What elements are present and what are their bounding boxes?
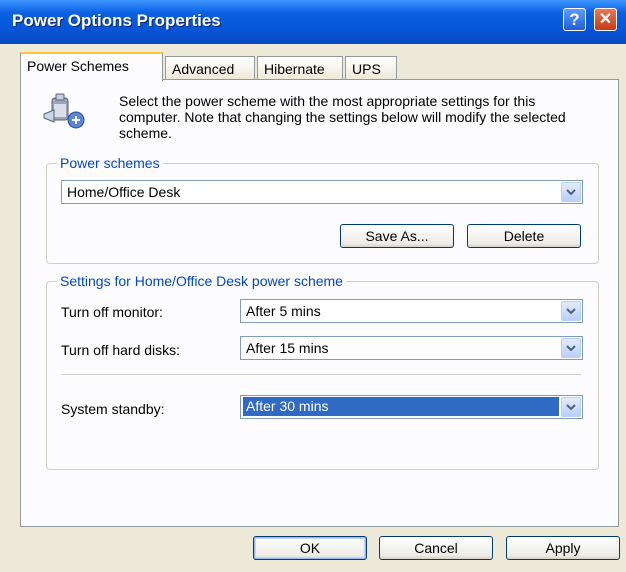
close-icon: ✕ [598,11,613,28]
chevron-down-icon[interactable] [561,338,581,358]
settings-legend: Settings for Home/Office Desk power sche… [57,273,346,289]
tab-label: Advanced [172,61,235,77]
chevron-down-icon[interactable] [561,182,581,202]
help-button[interactable]: ? [563,8,586,31]
tab-label: Hibernate [264,61,325,77]
turn-off-monitor-value: After 5 mins [246,303,321,319]
system-standby-select[interactable]: After 30 mins [240,395,583,419]
window-title: Power Options Properties [12,11,221,30]
turn-off-hard-disks-select[interactable]: After 15 mins [240,336,583,360]
power-scheme-select[interactable]: Home/Office Desk [61,180,583,204]
tab-ups[interactable]: UPS [345,56,397,80]
title-bar[interactable]: Power Options Properties ? ✕ [0,0,626,44]
turn-off-monitor-label: Turn off monitor: [61,304,163,320]
power-schemes-legend: Power schemes [57,155,163,171]
cancel-button[interactable]: Cancel [379,536,493,560]
scheme-description: Select the power scheme with the most ap… [119,93,566,141]
question-mark-icon: ? [569,10,580,29]
power-scheme-value: Home/Office Desk [67,184,181,200]
settings-divider [61,374,581,375]
turn-off-hard-disks-label: Turn off hard disks: [61,342,181,358]
chevron-down-icon[interactable] [561,301,581,321]
chevron-down-icon[interactable] [561,397,581,417]
ok-button[interactable]: OK [253,536,367,560]
turn-off-monitor-select[interactable]: After 5 mins [240,299,583,323]
tab-label: Power Schemes [27,58,129,74]
power-scheme-icon [38,92,98,132]
power-options-window: Power Options Properties ? ✕ Power Schem… [0,0,626,572]
tab-advanced[interactable]: Advanced [165,56,255,80]
save-as-button[interactable]: Save As... [340,224,454,248]
system-standby-label: System standby: [61,401,165,417]
tab-label: UPS [352,61,381,77]
system-standby-value: After 30 mins [243,397,559,416]
delete-button[interactable]: Delete [467,224,581,248]
turn-off-hard-disks-value: After 15 mins [246,340,329,356]
tab-power-schemes[interactable]: Power Schemes [20,52,163,81]
apply-button[interactable]: Apply [506,536,620,560]
power-schemes-group: Power schemes [46,155,599,264]
tab-hibernate[interactable]: Hibernate [257,56,343,80]
close-button[interactable]: ✕ [594,8,617,31]
